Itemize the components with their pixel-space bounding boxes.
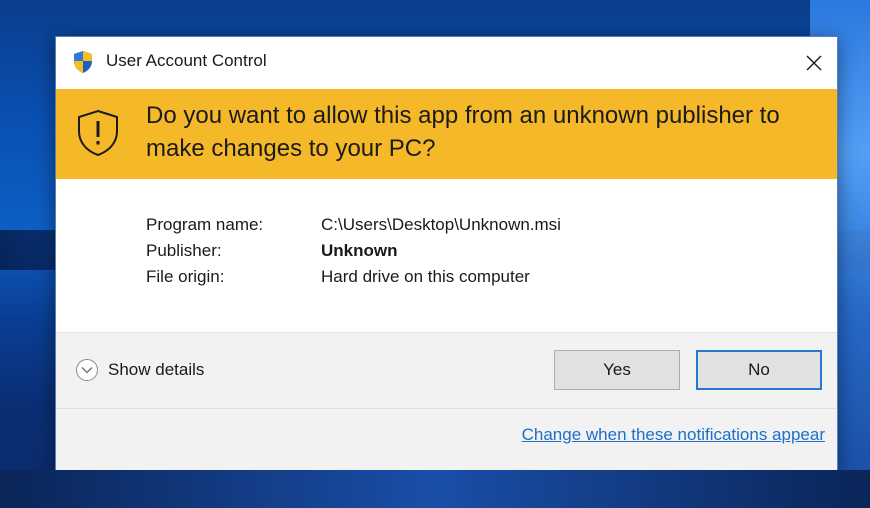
publisher-row: Publisher: Unknown [146, 241, 561, 267]
program-name-value: C:\Users\Desktop\Unknown.msi [321, 215, 561, 234]
program-info: Program name: C:\Users\Desktop\Unknown.m… [146, 215, 561, 293]
publisher-label: Publisher: [146, 241, 222, 260]
notification-settings-link[interactable]: Change when these notifications appear [522, 425, 825, 445]
uac-question: Do you want to allow this app from an un… [146, 102, 780, 162]
title-bar: User Account Control [56, 37, 837, 89]
show-details-label: Show details [108, 360, 205, 379]
window-title: User Account Control [106, 51, 267, 70]
show-details-toggle[interactable]: Show details [76, 359, 204, 381]
close-button[interactable] [791, 37, 837, 89]
file-origin-row: File origin: Hard drive on this computer [146, 267, 561, 293]
desktop-background: User Account Control Do you want to allo… [0, 0, 870, 508]
chevron-down-icon [76, 359, 98, 381]
footer-divider [56, 408, 837, 409]
dialog-footer: Show details Yes No Change when these no… [56, 332, 837, 476]
program-name-row: Program name: C:\Users\Desktop\Unknown.m… [146, 215, 561, 241]
file-origin-label: File origin: [146, 267, 225, 286]
file-origin-value: Hard drive on this computer [321, 267, 530, 286]
yes-button[interactable]: Yes [554, 350, 680, 390]
warning-shield-icon [78, 109, 118, 157]
no-button[interactable]: No [696, 350, 822, 390]
program-name-label: Program name: [146, 215, 264, 234]
close-icon [806, 55, 822, 71]
uac-dialog: User Account Control Do you want to allo… [55, 36, 838, 476]
uac-shield-icon [74, 51, 92, 73]
publisher-value: Unknown [321, 241, 398, 260]
warning-banner: Do you want to allow this app from an un… [56, 89, 837, 179]
